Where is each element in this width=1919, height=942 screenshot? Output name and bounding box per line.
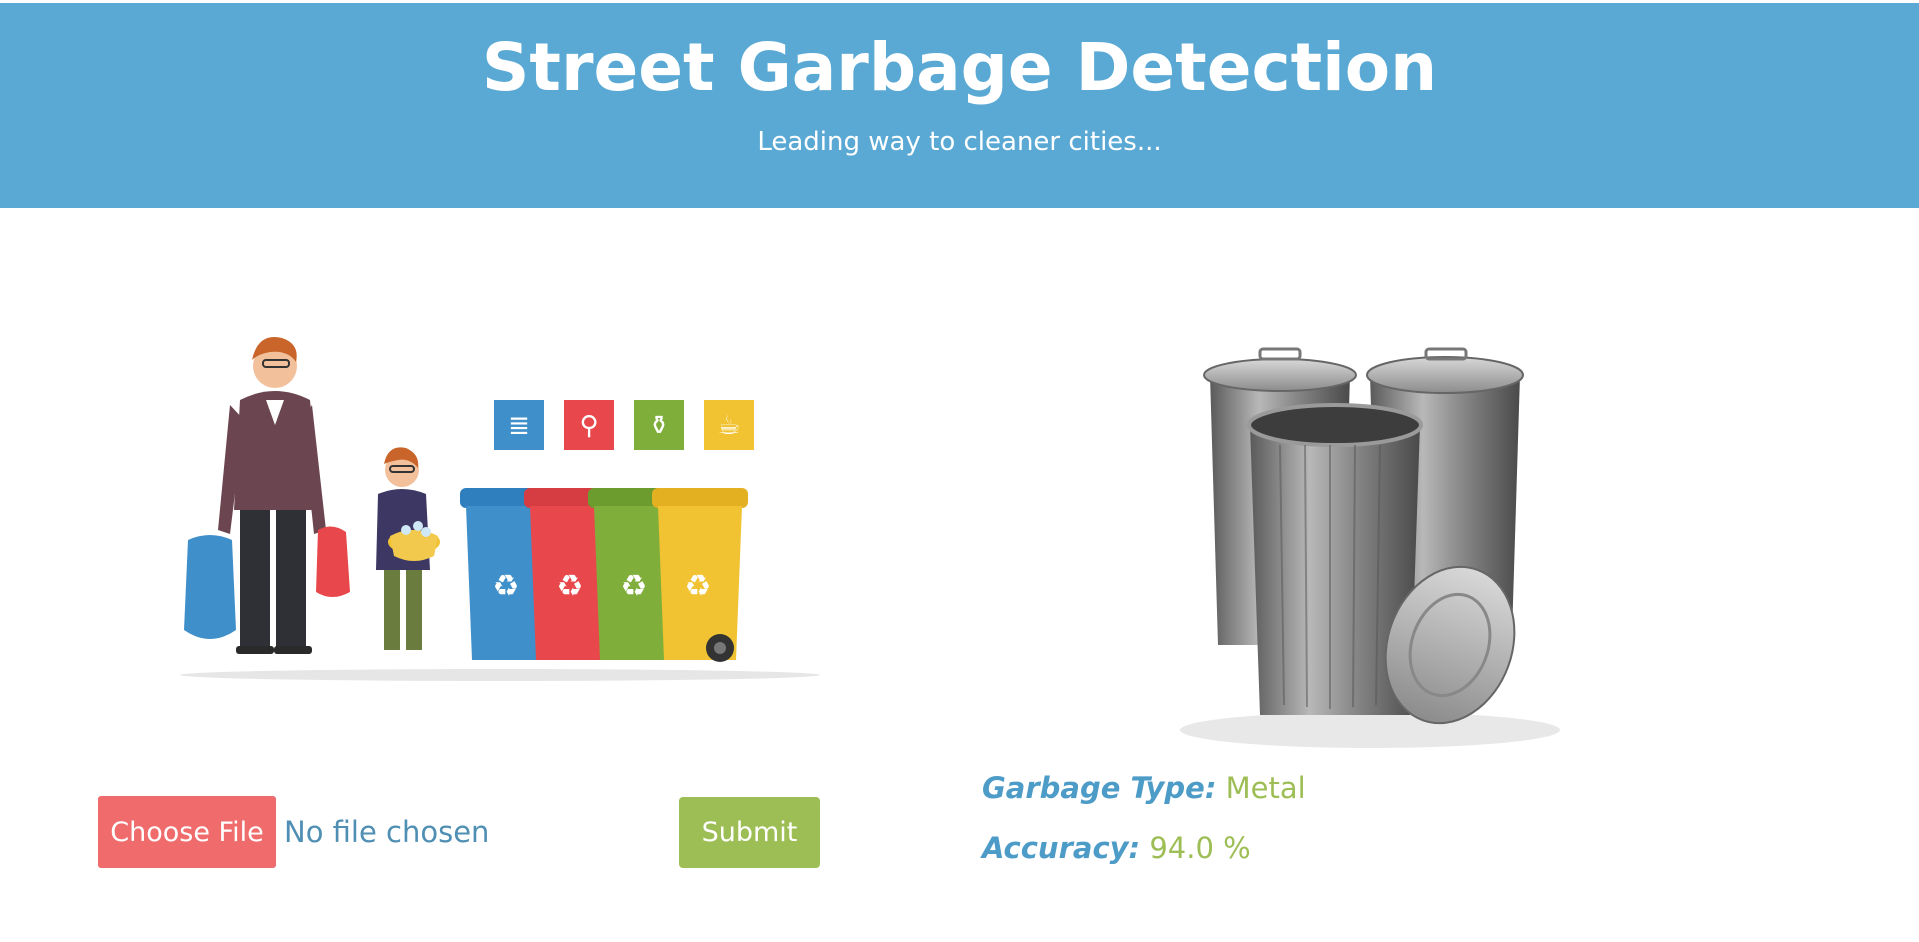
screw-icon: ⚲ — [579, 411, 598, 441]
paper-icon: ≣ — [508, 411, 530, 441]
detected-garbage-image — [1180, 347, 1560, 748]
garbage-type-row: Garbage Type: Metal — [982, 768, 1306, 808]
recycle-icon: ♻ — [621, 569, 648, 604]
cup-icon: ☕ — [717, 411, 740, 441]
file-status-text: No file chosen — [284, 815, 490, 849]
garbage-type-value: Metal — [1225, 771, 1306, 805]
page-header: Street Garbage Detection Leading way to … — [0, 3, 1919, 208]
recycle-icon: ♻ — [493, 569, 520, 604]
bottle-icon: ⚱ — [648, 411, 670, 441]
recycling-illustration: ≣ ⚲ ⚱ ☕ ♻ ♻ ♻ ♻ — [180, 336, 820, 681]
page-subtitle: Leading way to cleaner cities... — [757, 127, 1162, 157]
recycling-bins: ♻ ♻ ♻ ♻ — [460, 488, 748, 662]
kid-figure — [376, 447, 440, 650]
garbage-type-label: Garbage Type: — [982, 771, 1217, 805]
recycle-icon: ♻ — [557, 569, 584, 604]
category-icons: ≣ ⚲ ⚱ ☕ — [494, 400, 754, 450]
man-figure — [184, 336, 350, 654]
recycle-icon: ♻ — [685, 569, 712, 604]
accuracy-label: Accuracy: — [982, 831, 1141, 865]
page-title: Street Garbage Detection — [481, 29, 1438, 106]
accuracy-value: 94.0 % — [1149, 831, 1251, 865]
accuracy-row: Accuracy: 94.0 % — [982, 828, 1251, 868]
submit-button[interactable]: Submit — [679, 797, 820, 868]
choose-file-button[interactable]: Choose File — [98, 796, 276, 868]
